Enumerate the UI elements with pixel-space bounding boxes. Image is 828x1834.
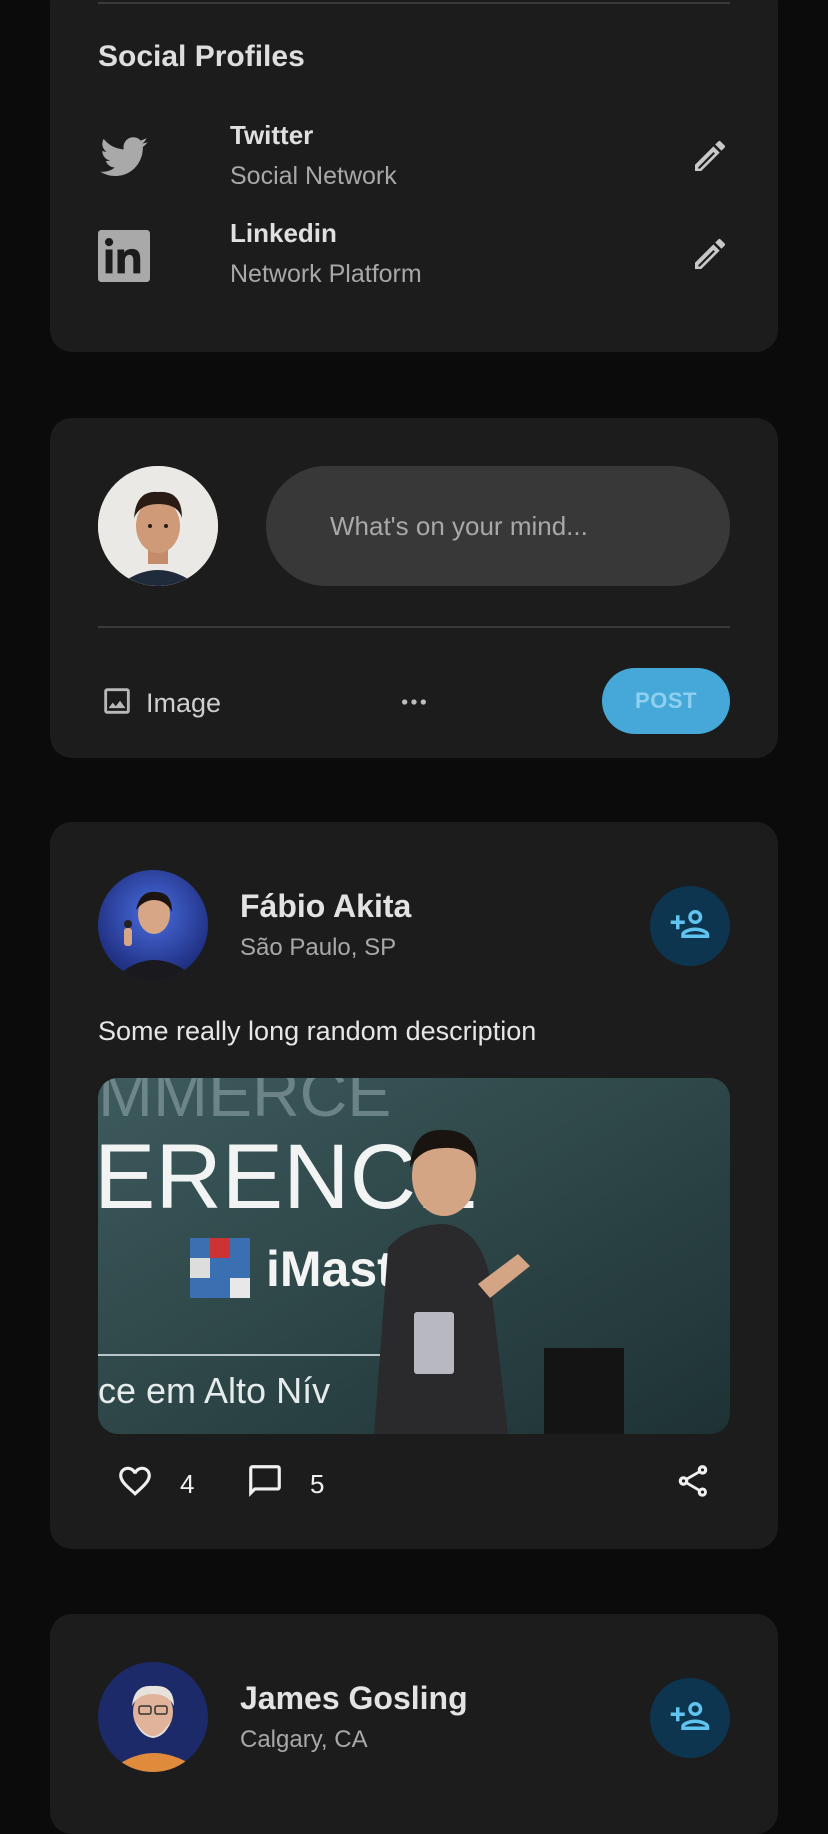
author-name[interactable]: James Gosling — [240, 1680, 468, 1717]
image-label: Image — [146, 688, 222, 718]
avatar[interactable] — [98, 870, 208, 980]
like-button[interactable]: 4 — [116, 1462, 194, 1507]
svg-text:iMast: iMast — [266, 1241, 394, 1297]
profile-subtitle: Network Platform — [230, 260, 422, 288]
share-icon[interactable] — [674, 1462, 712, 1505]
post-card: James Gosling Calgary, CA — [50, 1614, 778, 1834]
author-name[interactable]: Fábio Akita — [240, 888, 411, 925]
author-location: Calgary, CA — [240, 1726, 368, 1753]
add-user-icon — [669, 1695, 711, 1742]
post-card: Fábio Akita São Paulo, SP Some really lo… — [50, 822, 778, 1549]
follow-button[interactable] — [650, 1678, 730, 1758]
profile-row-linkedin[interactable]: Linkedin Network Platform — [98, 218, 730, 308]
avatar[interactable] — [98, 1662, 208, 1772]
divider — [98, 2, 730, 4]
svg-text:ce em Alto Nív: ce em Alto Nív — [98, 1370, 330, 1411]
divider — [98, 626, 730, 628]
follow-button[interactable] — [650, 886, 730, 966]
section-title: Social Profiles — [98, 40, 305, 73]
post-button[interactable]: POST — [602, 668, 730, 734]
more-horizontal-icon[interactable] — [398, 686, 430, 723]
comment-button[interactable]: 5 — [246, 1462, 324, 1507]
profile-subtitle: Social Network — [230, 162, 397, 190]
author-location: São Paulo, SP — [240, 934, 397, 961]
post-description: Some really long random description — [98, 1016, 537, 1046]
profile-row-twitter[interactable]: Twitter Social Network — [98, 120, 730, 210]
linkedin-icon — [98, 230, 150, 282]
profile-name: Twitter — [230, 120, 314, 150]
avatar — [98, 466, 218, 586]
edit-icon[interactable] — [690, 234, 730, 274]
comment-count: 5 — [310, 1469, 325, 1499]
social-profiles-card: Social Profiles Twitter Social Network L… — [50, 0, 778, 352]
edit-icon[interactable] — [690, 136, 730, 176]
post-image[interactable]: MMERCE ERENCE iMast ce em Alto Nív — [98, 1078, 730, 1434]
like-count: 4 — [180, 1469, 195, 1499]
composer-card: Image POST — [50, 418, 778, 758]
image-button[interactable]: Image — [100, 684, 221, 723]
image-icon — [100, 684, 134, 723]
twitter-icon — [98, 132, 150, 184]
heart-icon — [116, 1462, 154, 1507]
svg-text:MMERCE: MMERCE — [98, 1078, 391, 1130]
comment-icon — [246, 1462, 284, 1507]
profile-name: Linkedin — [230, 218, 337, 248]
add-user-icon — [669, 903, 711, 950]
post-input[interactable] — [266, 466, 730, 586]
